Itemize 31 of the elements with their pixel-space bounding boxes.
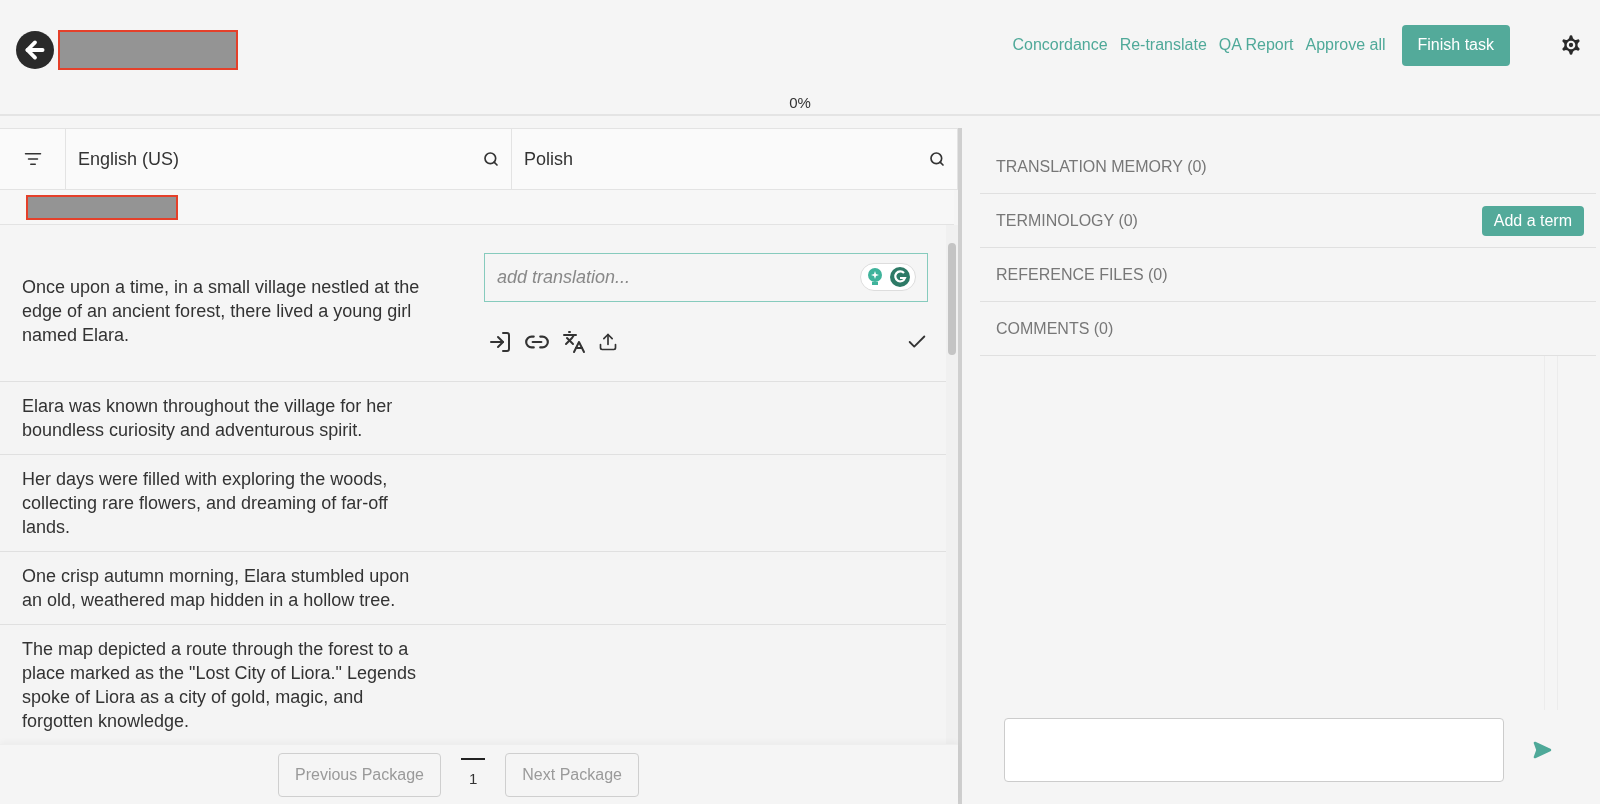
section-title[interactable]: REFERENCE FILES (0)	[996, 262, 1168, 287]
section-title[interactable]: COMMENTS (0)	[996, 316, 1114, 341]
upload-icon[interactable]	[598, 332, 618, 352]
finish-task-button[interactable]: Finish task	[1401, 24, 1510, 66]
grammar-badge-icon[interactable]	[860, 263, 916, 291]
section-title[interactable]: TRANSLATION MEMORY (0)	[996, 154, 1207, 179]
source-text: Her days were filled with exploring the woods, collecting rare flowers, and dreaming of far-off lands.	[22, 469, 388, 537]
toolbar-link[interactable]: QA Report	[1218, 33, 1294, 57]
column-header: English (US)	[78, 147, 180, 171]
source-text: Elara was known throughout the village for her boundless curiosity and adventurous spirit.	[22, 396, 393, 440]
page-number[interactable]: 1	[460, 758, 486, 791]
comment-field[interactable]	[1004, 718, 1504, 782]
insert-source-icon[interactable]	[488, 330, 512, 354]
scrollbar-track[interactable]	[946, 225, 958, 744]
progress-label: 0%	[789, 93, 811, 113]
translation-field[interactable]: add translation...	[484, 253, 928, 302]
toolbar-link[interactable]: Approve all	[1305, 33, 1386, 57]
toolbar-link[interactable]: Concordance	[1012, 33, 1108, 57]
filter-icon[interactable]	[23, 150, 42, 168]
add-term-button[interactable]: Add a term	[1481, 205, 1584, 236]
send-icon[interactable]	[1532, 740, 1552, 760]
section-title[interactable]: TERMINOLOGY (0)	[996, 208, 1138, 233]
translate-icon[interactable]	[562, 330, 586, 354]
source-text: One crisp autumn morning, Elara stumbled upon an old, weathered map hidden in a hollow tree.	[22, 566, 410, 610]
source-text: Once upon a time, in a small village nestled at the edge of an ancient forest, there lived a young girl named Elara.	[22, 277, 420, 345]
source-text: The map depicted a route through the forest to a place marked as the "Lost City of Liora." Legends spoke of Liora as a city of gold, magic, and forgotten knowledge.	[22, 639, 416, 731]
back-button[interactable]	[16, 31, 54, 69]
search-icon[interactable]	[929, 151, 945, 167]
search-icon[interactable]	[483, 151, 499, 167]
toolbar-link[interactable]: Re-translate	[1119, 33, 1207, 57]
column-header: Polish	[524, 147, 574, 171]
